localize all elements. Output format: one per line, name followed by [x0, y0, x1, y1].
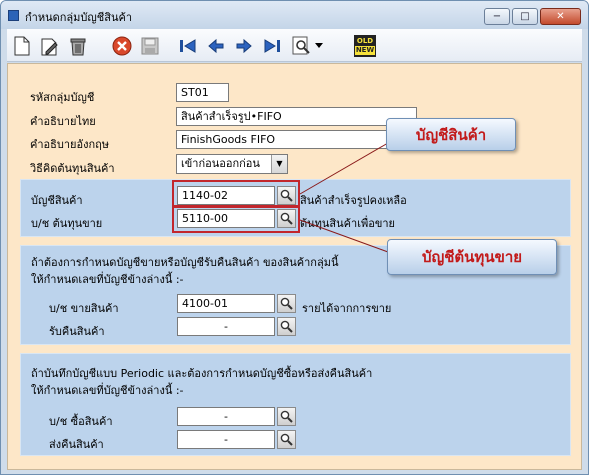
first-record-icon[interactable]	[177, 35, 199, 57]
old-new-icon[interactable]: OLD NEW	[353, 35, 377, 57]
app-icon	[8, 10, 19, 21]
maximize-button[interactable]: □	[512, 8, 538, 25]
previous-record-icon[interactable]	[205, 35, 227, 57]
last-record-icon[interactable]	[261, 35, 283, 57]
toolbar: OLD NEW	[7, 29, 582, 62]
dropdown-arrow-icon[interactable]	[313, 35, 325, 57]
new-document-icon[interactable]	[11, 35, 33, 57]
next-record-icon[interactable]	[233, 35, 255, 57]
inventory-account-callout: บัญชีสินค้า	[386, 118, 516, 151]
cogs-account-callout: บัญชีต้นทุนขาย	[387, 239, 557, 275]
minimize-button[interactable]: −	[484, 8, 510, 25]
trash-icon[interactable]	[67, 35, 89, 57]
cancel-icon[interactable]	[111, 35, 133, 57]
save-icon[interactable]	[139, 35, 161, 57]
close-button[interactable]: ✕	[540, 8, 581, 25]
edit-icon[interactable]	[39, 35, 61, 57]
search-icon[interactable]	[291, 35, 313, 57]
window-title: กำหนดกลุ่มบัญชีสินค้า	[25, 11, 132, 24]
window: กำหนดกลุ่มบัญชีสินค้า − □ ✕ OLD NEW รหัส…	[0, 0, 589, 475]
title-bar: กำหนดกลุ่มบัญชีสินค้า − □ ✕	[1, 1, 588, 29]
